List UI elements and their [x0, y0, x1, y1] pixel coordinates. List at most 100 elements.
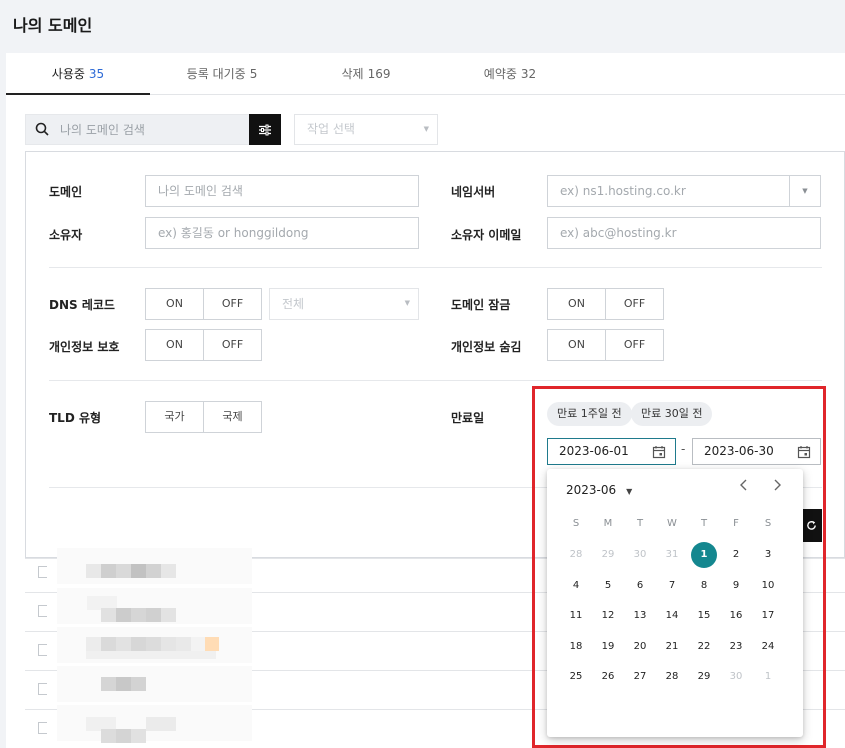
privacy-hide-on[interactable]: ON — [548, 330, 605, 360]
action-select[interactable]: 작업 선택 ▼ — [294, 114, 438, 145]
calendar-day[interactable]: 28 — [563, 542, 589, 568]
calendar-day[interactable]: 30 — [627, 542, 653, 568]
calendar-day[interactable]: 6 — [627, 573, 653, 599]
search-input[interactable] — [60, 115, 245, 144]
calendar-day[interactable]: 11 — [563, 603, 589, 629]
calendar-day[interactable]: 13 — [627, 603, 653, 629]
tab-label: 예약중 — [483, 67, 517, 81]
weekday-label: T — [636, 518, 644, 529]
calendar-day[interactable]: 28 — [659, 664, 685, 690]
dns-record-toggle: ON OFF — [145, 288, 262, 320]
chevron-down-icon[interactable]: ▼ — [789, 176, 820, 206]
calendar-day[interactable]: 25 — [563, 664, 589, 690]
divider — [49, 380, 822, 381]
tld-domestic-option[interactable]: 국가 — [146, 402, 203, 432]
tab-label: 사용중 — [51, 67, 85, 81]
privacy-protect-toggle: ON OFF — [145, 329, 262, 361]
domain-lock-label: 도메인 잠금 — [451, 298, 511, 312]
calendar-day[interactable]: 19 — [595, 634, 621, 660]
expiry-label: 만료일 — [451, 411, 485, 425]
privacy-protect-on[interactable]: ON — [146, 330, 203, 360]
row-checkbox[interactable] — [38, 683, 47, 695]
calendar-day[interactable]: 31 — [659, 542, 685, 568]
domain-lock-toggle: ON OFF — [547, 288, 664, 320]
tab-count: 5 — [249, 67, 258, 81]
dns-record-on[interactable]: ON — [146, 289, 203, 319]
weekday-label: S — [764, 518, 772, 529]
calendar-day[interactable]: 30 — [723, 664, 749, 690]
privacy-hide-label: 개인정보 숨김 — [451, 340, 522, 354]
calendar-day[interactable]: 22 — [691, 634, 717, 660]
nameserver-combobox[interactable]: ex) ns1.hosting.co.kr ▼ — [547, 175, 821, 207]
filter-toggle-button[interactable] — [249, 114, 281, 145]
tab-count: 32 — [520, 67, 537, 81]
calendar-day[interactable]: 27 — [627, 664, 653, 690]
calendar-day[interactable]: 18 — [563, 634, 589, 660]
dns-record-off[interactable]: OFF — [203, 289, 261, 319]
chevron-down-icon: ▼ — [404, 299, 410, 307]
calendar-day[interactable]: 5 — [595, 573, 621, 599]
calendar-day[interactable]: 1 — [755, 664, 781, 690]
calendar-day[interactable]: 8 — [691, 573, 717, 599]
caret-down-icon: ▼ — [626, 487, 633, 496]
tab-label: 삭제 — [341, 67, 364, 81]
calendar-day[interactable]: 15 — [691, 603, 717, 629]
calendar-day[interactable]: 21 — [659, 634, 685, 660]
tab-in-use[interactable]: 사용중 35 — [6, 53, 150, 95]
domain-lock-off[interactable]: OFF — [605, 289, 663, 319]
weekday-label: M — [603, 518, 613, 529]
calendar-day[interactable]: 2 — [723, 542, 749, 568]
calendar-day[interactable]: 20 — [627, 634, 653, 660]
tab-pending[interactable]: 등록 대기중 5 — [150, 53, 294, 95]
calendar-day[interactable]: 3 — [755, 542, 781, 568]
calendar-day[interactable]: 12 — [595, 603, 621, 629]
row-checkbox[interactable] — [38, 722, 47, 734]
dns-record-label: DNS 레코드 — [49, 298, 115, 312]
privacy-protect-label: 개인정보 보호 — [49, 340, 120, 354]
status-tabs: 사용중 35 등록 대기중 5 삭제 169 예약중 32 — [6, 53, 845, 95]
owner-input[interactable] — [145, 217, 419, 249]
calendar-day[interactable]: 23 — [723, 634, 749, 660]
tab-deleted[interactable]: 삭제 169 — [294, 53, 438, 95]
calendar-day[interactable]: 29 — [595, 542, 621, 568]
prev-month-icon[interactable] — [739, 479, 749, 495]
row-checkbox[interactable] — [38, 644, 47, 656]
domain-lock-on[interactable]: ON — [548, 289, 605, 319]
calendar-day[interactable]: 1 — [691, 542, 717, 568]
calendar-day[interactable]: 10 — [755, 573, 781, 599]
privacy-protect-off[interactable]: OFF — [203, 330, 261, 360]
redacted-domain — [57, 705, 252, 743]
row-checkbox[interactable] — [38, 605, 47, 617]
weekday-label: T — [700, 518, 708, 529]
calendar-day[interactable]: 14 — [659, 603, 685, 629]
tld-international-option[interactable]: 국제 — [203, 402, 261, 432]
tab-count: 35 — [88, 67, 105, 81]
calendar-day[interactable]: 16 — [723, 603, 749, 629]
tld-type-toggle: 국가 국제 — [145, 401, 262, 433]
calendar-day[interactable]: 7 — [659, 573, 685, 599]
month-year-selector[interactable]: 2023-06 ▼ — [566, 483, 632, 497]
weekday-label: S — [572, 518, 580, 529]
date-picker-popover: 2023-06 ▼ S M T W T F S 28 29 30 31 1 2 3 4 5 6 7 8 9 10 11 12 1… — [547, 469, 803, 737]
calendar-day[interactable]: 17 — [755, 603, 781, 629]
calendar-day[interactable]: 9 — [723, 573, 749, 599]
domain-search — [25, 114, 281, 145]
redacted-domain — [57, 666, 252, 702]
redacted-domain — [57, 548, 252, 584]
owner-email-input[interactable] — [547, 217, 821, 249]
domain-input[interactable] — [145, 175, 419, 207]
row-checkbox[interactable] — [38, 566, 47, 578]
tab-reserved[interactable]: 예약중 32 — [438, 53, 582, 95]
privacy-hide-off[interactable]: OFF — [605, 330, 663, 360]
next-month-icon[interactable] — [772, 479, 782, 495]
dns-record-select-value: 전체 — [282, 297, 305, 311]
search-icon — [35, 122, 49, 136]
calendar-day[interactable]: 26 — [595, 664, 621, 690]
owner-email-label: 소유자 이메일 — [451, 228, 522, 242]
tab-label: 등록 대기중 — [186, 67, 246, 81]
calendar-month-label: 2023-06 — [566, 483, 617, 497]
calendar-day[interactable]: 24 — [755, 634, 781, 660]
calendar-day[interactable]: 29 — [691, 664, 717, 690]
dns-record-select[interactable]: 전체 ▼ — [269, 288, 419, 320]
calendar-day[interactable]: 4 — [563, 573, 589, 599]
